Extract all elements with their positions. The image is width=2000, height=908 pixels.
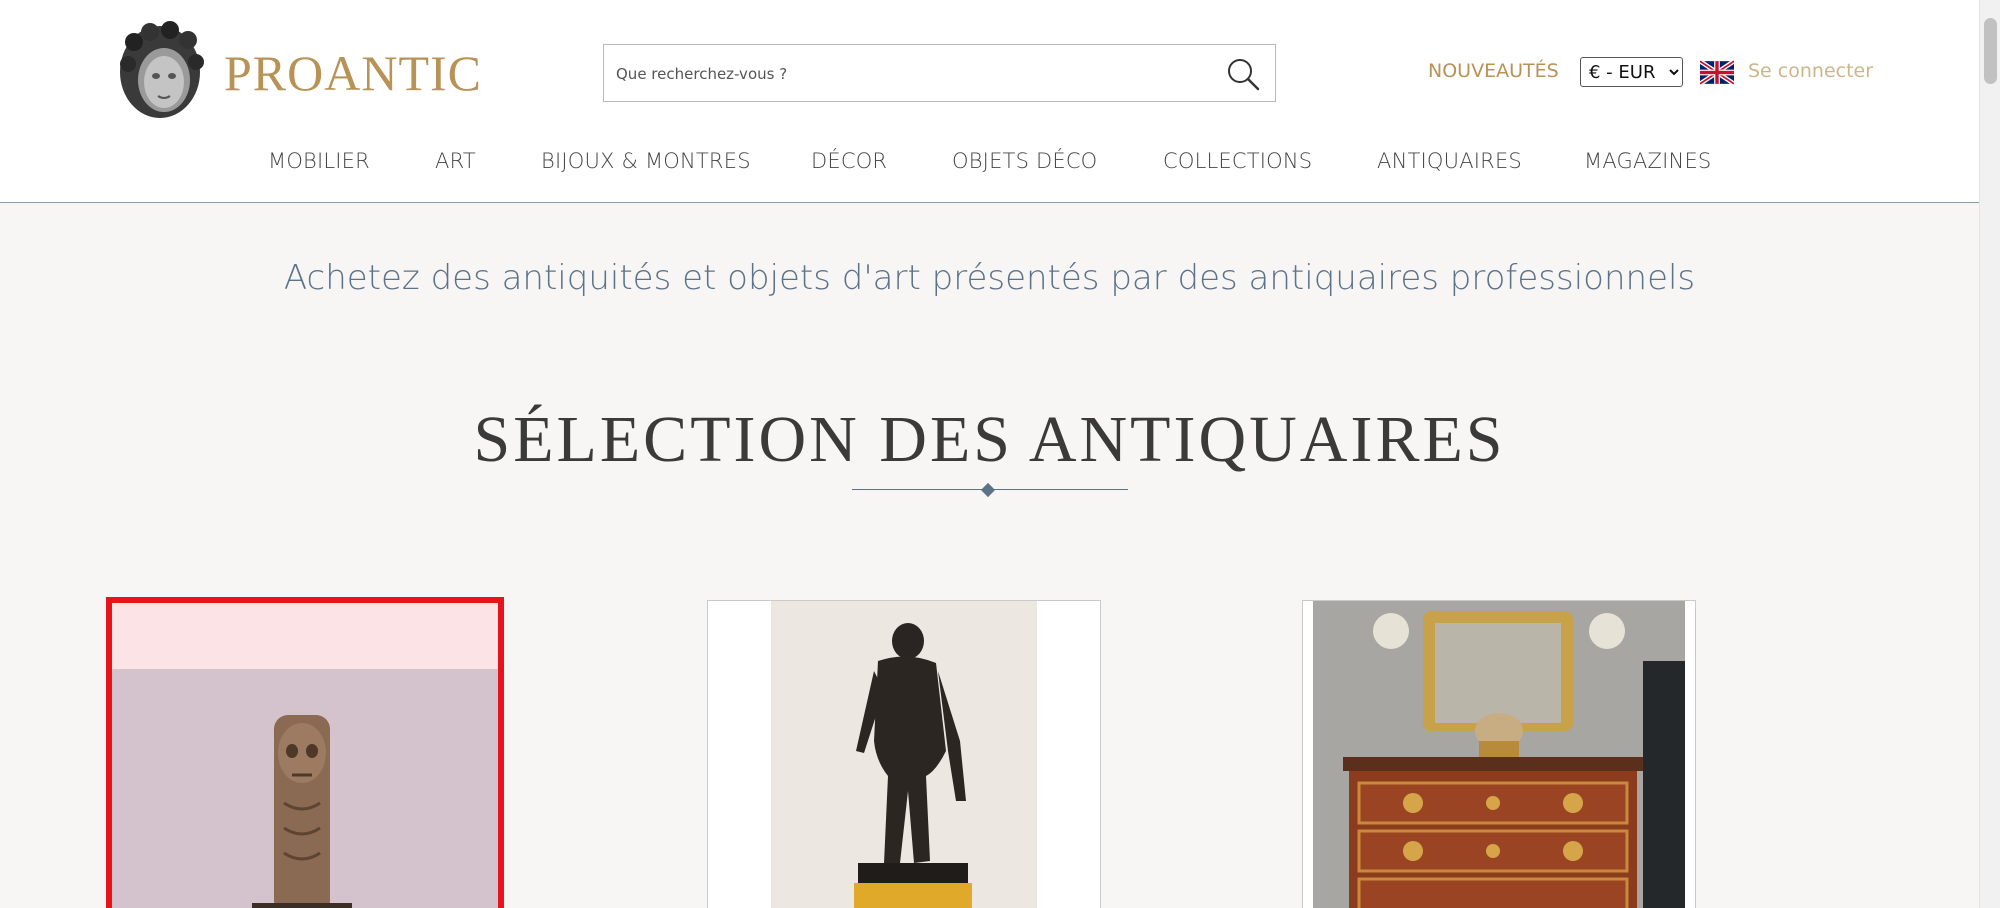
divider-diamond [980, 482, 996, 498]
search-icon[interactable] [1225, 56, 1261, 92]
nav-item-decor[interactable]: DÉCOR [811, 149, 887, 173]
product-card-1[interactable] [106, 597, 504, 908]
nav-item-art[interactable]: ART [435, 149, 476, 173]
page-scrollbar[interactable] [1979, 0, 2000, 908]
site-header: PROANTIC NOUVEAUTÉS € - EUR Se connecter… [0, 0, 1979, 203]
section-title: SÉLECTION DES ANTIQUAIRES [473, 403, 1506, 476]
search-input[interactable] [616, 60, 1196, 88]
uk-flag-icon[interactable] [1700, 60, 1734, 85]
product-card-3[interactable] [1302, 600, 1696, 908]
logo-text[interactable]: PROANTIC [224, 44, 482, 102]
search-bar [603, 44, 1276, 102]
logo-head-icon[interactable] [112, 20, 208, 122]
main-nav: MOBILIER ART BIJOUX & MONTRES DÉCOR OBJE… [0, 149, 1979, 179]
page: PROANTIC NOUVEAUTÉS € - EUR Se connecter… [0, 0, 2000, 908]
nav-item-magazines[interactable]: MAGAZINES [1584, 149, 1711, 173]
product-image-1[interactable] [112, 603, 498, 908]
product-image-3[interactable] [1303, 601, 1695, 908]
nav-item-collections[interactable]: COLLECTIONS [1163, 149, 1312, 173]
scrollbar-thumb[interactable] [1984, 18, 1997, 84]
nouveautes-link[interactable]: NOUVEAUTÉS [1428, 60, 1559, 82]
nav-item-bijoux-montres[interactable]: BIJOUX & MONTRES [541, 149, 751, 173]
currency-select[interactable]: € - EUR [1580, 57, 1683, 87]
login-link[interactable]: Se connecter [1748, 60, 1873, 82]
tagline: Achetez des antiquités et objets d'art p… [283, 258, 1696, 298]
product-card-2[interactable] [707, 600, 1101, 908]
product-image-2[interactable] [708, 601, 1100, 908]
nav-item-mobilier[interactable]: MOBILIER [268, 149, 370, 173]
nav-item-antiquaires[interactable]: ANTIQUAIRES [1377, 149, 1522, 173]
nav-item-objets-deco[interactable]: OBJETS DÉCO [952, 149, 1097, 173]
